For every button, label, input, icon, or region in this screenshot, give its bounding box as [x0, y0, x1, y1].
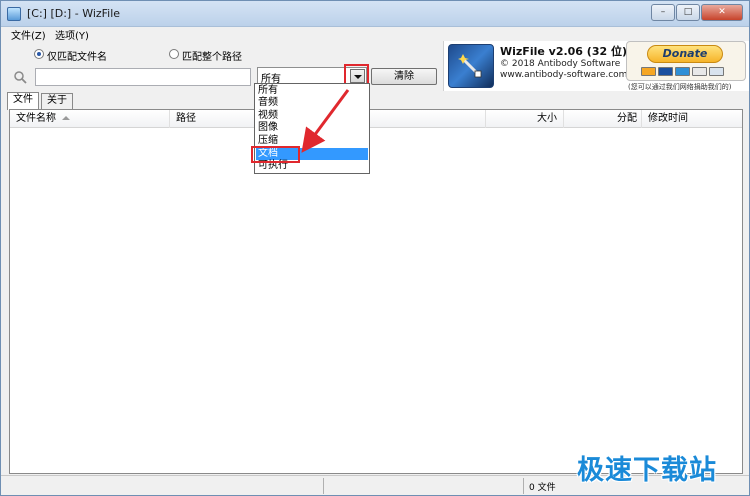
donate-panel: Donate — [626, 41, 746, 81]
list-header: 文件名称 路径 大小 分配 修改时间 — [10, 110, 742, 128]
donate-button[interactable]: Donate — [647, 45, 723, 63]
column-allocated[interactable]: 分配 — [564, 110, 642, 128]
mastercard-icon — [641, 67, 656, 76]
status-file-count: 0 文件 — [529, 483, 556, 493]
tab-strip: 文件 关于 — [1, 92, 749, 110]
discover-icon — [692, 67, 707, 76]
menu-file[interactable]: 文件(Z) — [11, 27, 46, 42]
app-icon — [7, 7, 21, 21]
search-icon — [14, 71, 27, 84]
window-controls: – □ ✕ — [651, 4, 743, 21]
dropdown-item-video[interactable]: 视频 — [256, 110, 368, 122]
watermark-text: 极速下载站 — [577, 455, 717, 486]
wizfile-logo — [448, 44, 494, 88]
dropdown-item-all[interactable]: 所有 — [256, 85, 368, 97]
column-filename-label: 文件名称 — [16, 113, 56, 124]
close-button[interactable]: ✕ — [701, 4, 743, 21]
dropdown-item-image[interactable]: 图像 — [256, 122, 368, 134]
about-banner: WizFile v2.06 (32 位) © 2018 Antibody Sof… — [443, 41, 749, 91]
bank-icon — [709, 67, 724, 76]
sort-ascending-icon — [62, 116, 71, 120]
title-bar[interactable]: [C:] [D:] - WizFile – □ ✕ — [1, 1, 749, 27]
search-input[interactable] — [35, 68, 251, 86]
donate-note: (您可以通过我们网络捐助我们的) — [628, 83, 732, 91]
app-window: [C:] [D:] - WizFile – □ ✕ 文件(Z) 选项(Y) 仅匹… — [0, 0, 750, 496]
radio-full-path-label: 匹配整个路径 — [182, 52, 242, 63]
menu-options[interactable]: 选项(Y) — [55, 27, 89, 42]
results-list[interactable]: 文件名称 路径 大小 分配 修改时间 — [9, 109, 743, 474]
dropdown-item-audio[interactable]: 音频 — [256, 97, 368, 109]
annotation-highlight-box — [251, 146, 300, 163]
maximize-button[interactable]: □ — [676, 4, 700, 21]
clear-button[interactable]: 清除 — [371, 68, 437, 85]
visa-icon — [658, 67, 673, 76]
status-divider — [523, 478, 524, 494]
amex-icon — [675, 67, 690, 76]
radio-full-path[interactable] — [169, 49, 179, 59]
menu-bar: 文件(Z) 选项(Y) — [1, 27, 749, 42]
product-name: WizFile v2.06 (32 位) — [500, 45, 627, 58]
minimize-button[interactable]: – — [651, 4, 675, 21]
payment-cards — [641, 67, 724, 76]
window-title: [C:] [D:] - WizFile — [27, 7, 121, 20]
status-divider — [323, 478, 324, 494]
tab-about[interactable]: 关于 — [41, 93, 73, 109]
website-link[interactable]: www.antibody-software.com — [500, 70, 627, 80]
column-filename[interactable]: 文件名称 — [10, 110, 170, 128]
column-modified[interactable]: 修改时间 — [642, 110, 742, 128]
copyright-text: © 2018 Antibody Software — [500, 59, 621, 69]
radio-filename-only[interactable] — [34, 49, 44, 59]
tab-files[interactable]: 文件 — [7, 92, 39, 110]
column-size[interactable]: 大小 — [486, 110, 564, 128]
radio-filename-label: 仅匹配文件名 — [47, 52, 107, 63]
magic-wand-icon — [458, 54, 482, 78]
